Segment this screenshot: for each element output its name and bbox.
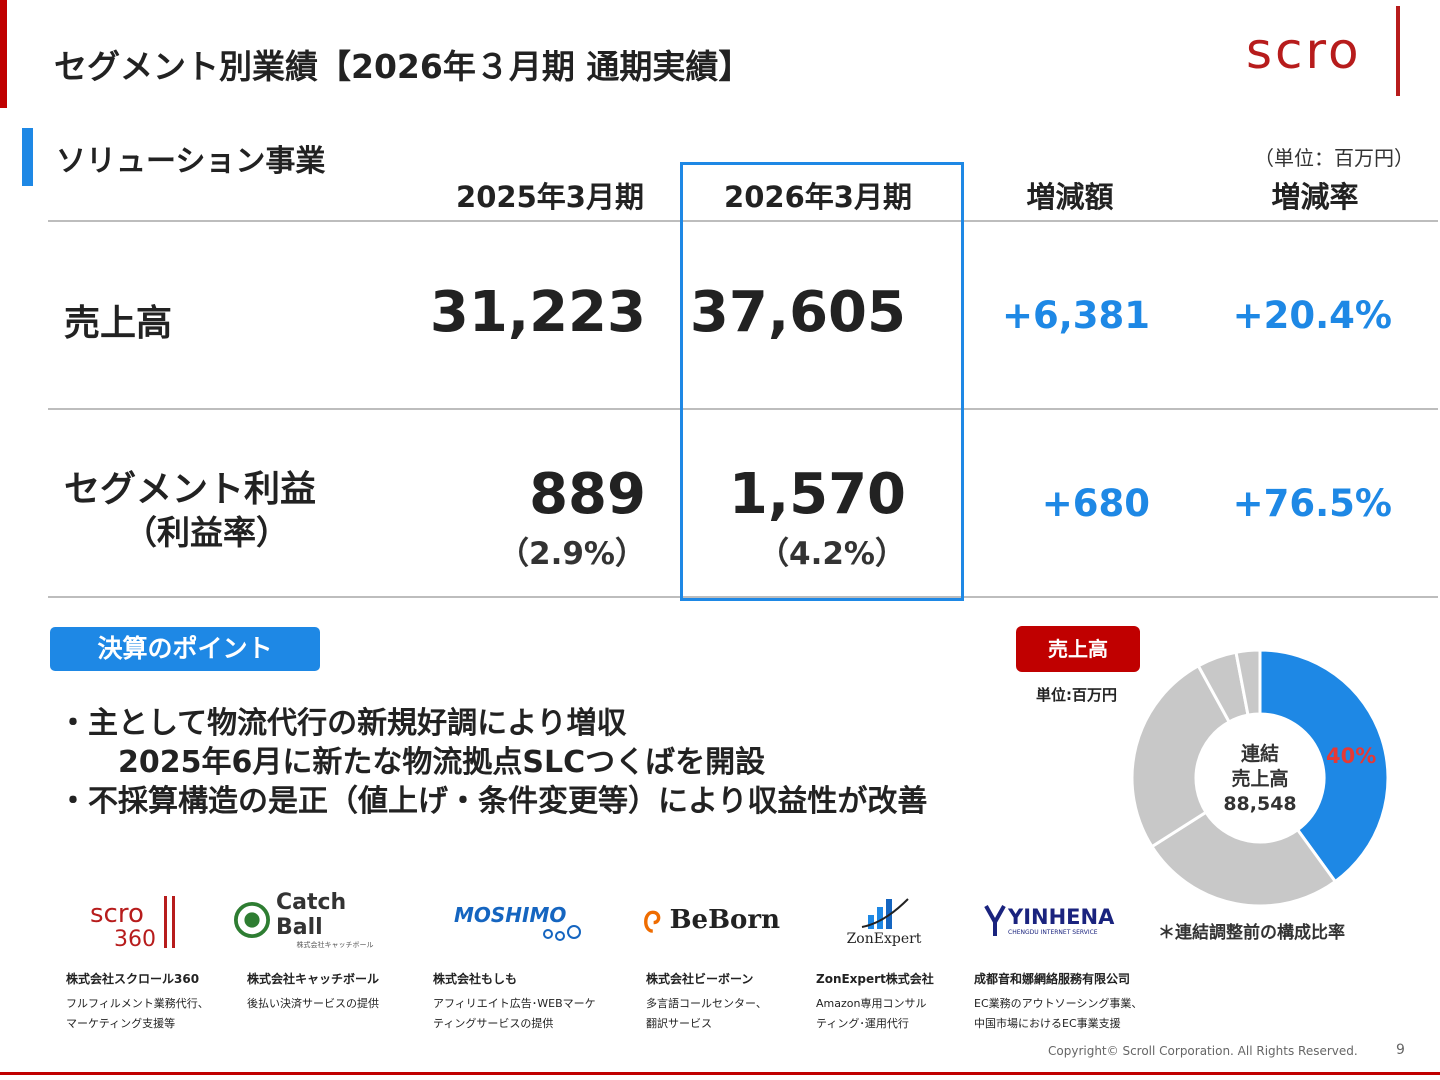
company-desc-line: 翻訳サービス (646, 1017, 712, 1030)
section-marker (22, 128, 33, 186)
catchball-icon (234, 902, 270, 938)
col-header-diff: 増減額 (1026, 180, 1114, 214)
profit-diff: +680 (1041, 482, 1150, 525)
yinhena-logo-text: YINHENA (1008, 904, 1115, 929)
company-desc-beborn: 多言語コールセンター、 翻訳サービス (646, 994, 767, 1034)
company-desc-line: ティング･運用代行 (816, 1017, 909, 1030)
row-label-sales: 売上高 (64, 303, 173, 344)
company-desc-moshimo: アフィリエイト広告･WEBマーケ ティングサービスの提供 (433, 994, 596, 1034)
sales-prev: 31,223 (429, 280, 646, 345)
donut-highlight-percent: 40% (1326, 744, 1377, 768)
company-desc-line: 中国市場におけるEC事業支援 (974, 1017, 1121, 1030)
top-accent-bar (0, 0, 7, 108)
svg-text:scro: scro (90, 899, 144, 929)
company-desc-yinhena: EC業務のアウトソーシング事業、 中国市場におけるEC事業支援 (974, 994, 1142, 1034)
company-name-yinhena: 成都音和娜網絡服務有限公司 (974, 972, 1131, 986)
margin-prev: （2.9%） (498, 536, 646, 572)
company-logo-zonexpert: ZonExpert (834, 888, 934, 952)
company-name-scroll360: 株式会社スクロール360 (66, 972, 200, 986)
point-line-1: ・主として物流代行の新規好調により増収 (58, 706, 627, 741)
point-line-3: ・不採算構造の是正（値上げ・条件変更等）により収益性が改善 (58, 784, 928, 819)
donut-center-total: 88,548 (1223, 793, 1297, 815)
beborn-icon (644, 910, 661, 933)
zonexpert-logo-text: ZonExpert (846, 931, 922, 947)
catchball-logo-sub: 株式会社キャッチボール (296, 941, 374, 949)
company-desc-zonexpert: Amazon専用コンサル ティング･運用代行 (816, 994, 926, 1034)
yinhena-icon (984, 905, 1006, 936)
catchball-logo-text: Catch Ball (276, 890, 347, 940)
svg-text:360: 360 (114, 927, 156, 952)
profit-rate: +76.5% (1232, 482, 1392, 525)
page-title: セグメント別業績【2026年３月期 通期実績】 (54, 47, 752, 86)
profit-curr: 1,570 (728, 462, 906, 527)
points-tag: 決算のポイント (50, 627, 320, 671)
company-desc-catchball: 後払い決済サービスの提供 (247, 994, 379, 1014)
company-desc-line: 後払い決済サービスの提供 (247, 997, 379, 1010)
company-logo-beborn: BeBorn (640, 888, 780, 952)
sales-tag: 売上高 (1016, 626, 1140, 672)
row-sublabel-profit-margin: （利益率） (124, 513, 289, 552)
company-name-catchball: 株式会社キャッチボール (247, 972, 380, 986)
company-desc-line: ティングサービスの提供 (433, 1017, 554, 1030)
point-line-2: 2025年6月に新たな物流拠点SLCつくばを開設 (118, 745, 766, 780)
company-name-zonexpert: ZonExpert株式会社 (816, 972, 934, 986)
col-header-prev: 2025年3月期 (456, 180, 644, 214)
donut-center-label: 連結 売上高 88,548 (1200, 742, 1320, 817)
margin-curr: （4.2%） (758, 536, 906, 572)
company-desc-line: アフィリエイト広告･WEBマーケ (433, 997, 596, 1010)
profit-prev: 889 (529, 462, 646, 527)
section-title: ソリューション事業 (56, 144, 326, 179)
row-label-segment-profit: セグメント利益 (64, 469, 317, 510)
beborn-logo-text: BeBorn (669, 905, 780, 935)
logo-text: scro (1246, 22, 1362, 80)
page-number: 9 (1396, 1042, 1405, 1058)
moshimo-logo-icon: MOSHIMO (454, 903, 581, 941)
sales-curr: 37,605 (689, 280, 906, 345)
donut-center-line-1: 連結 (1240, 743, 1279, 765)
zonexpert-chart-icon (861, 898, 909, 929)
company-desc-line: Amazon専用コンサル (816, 997, 927, 1010)
donut-footnote: ＊連結調整前の構成比率 (1158, 923, 1345, 943)
bottom-accent-line (0, 1072, 1440, 1075)
company-logo-scroll360: scro 360 (88, 888, 198, 952)
company-desc-line: フルフィルメント業務代行、 (66, 997, 209, 1010)
unit-note: （単位：百万円） (1254, 146, 1414, 170)
company-desc-line: EC業務のアウトソーシング事業、 (974, 997, 1143, 1010)
company-desc-scroll360: フルフィルメント業務代行、 マーケティング支援等 (66, 994, 209, 1034)
donut-center-line-2: 売上高 (1231, 768, 1289, 790)
yinhena-logo-sub: CHENGDU INTERNET SERVICE (1008, 928, 1098, 936)
company-logo-catchball: Catch Ball 株式会社キャッチボール (234, 888, 394, 952)
scroll360-logo-icon: scro 360 (90, 896, 175, 952)
sales-rate: +20.4% (1232, 294, 1392, 337)
donut-unit: 単位:百万円 (1036, 686, 1117, 704)
company-desc-line: 多言語コールセンター、 (646, 997, 767, 1010)
company-desc-line: マーケティング支援等 (66, 1017, 176, 1030)
logo-bar (1396, 6, 1400, 96)
sales-diff: +6,381 (1001, 294, 1150, 337)
scroll-logo: scro (1246, 2, 1406, 98)
svg-text:MOSHIMO: MOSHIMO (454, 903, 566, 927)
company-logo-moshimo: MOSHIMO (452, 888, 592, 952)
company-logo-yinhena: YINHENA CHENGDU INTERNET SERVICE (984, 888, 1124, 952)
company-name-moshimo: 株式会社もしも (433, 972, 518, 986)
copyright: Copyright© Scroll Corporation. All Right… (1048, 1044, 1358, 1058)
company-name-beborn: 株式会社ビーボーン (646, 972, 754, 986)
col-header-rate: 増減率 (1271, 180, 1359, 214)
